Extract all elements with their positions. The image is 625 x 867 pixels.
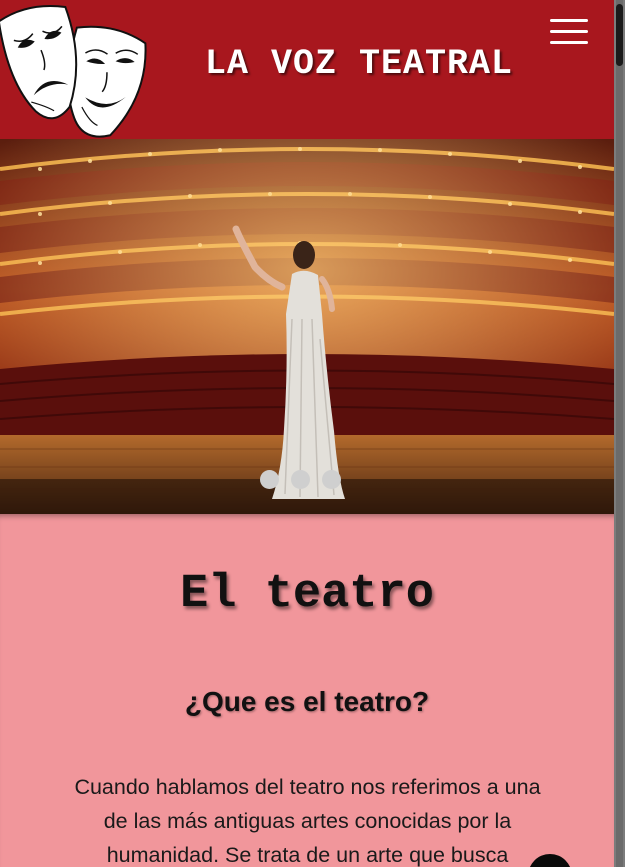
hero-carousel[interactable] bbox=[0, 139, 614, 514]
site-title[interactable]: LA VOZ TEATRAL bbox=[205, 44, 513, 84]
scrollbar-thumb[interactable] bbox=[616, 4, 623, 66]
page-title: El teatro bbox=[180, 568, 434, 621]
menu-bar bbox=[550, 30, 588, 33]
hero-image bbox=[0, 139, 614, 514]
main-content: El teatro ¿Que es el teatro? Cuando habl… bbox=[0, 514, 614, 867]
theatre-masks-icon[interactable] bbox=[0, 0, 150, 142]
carousel-dot-3[interactable] bbox=[322, 470, 341, 489]
site-header: LA VOZ TEATRAL bbox=[0, 0, 614, 139]
intro-paragraph: Cuando hablamos del teatro nos referimos… bbox=[74, 775, 541, 867]
section-heading: ¿Que es el teatro? bbox=[184, 686, 430, 717]
menu-bar bbox=[550, 41, 588, 44]
scrollbar-track bbox=[616, 0, 623, 867]
menu-bar bbox=[550, 19, 588, 22]
hamburger-menu-icon[interactable] bbox=[550, 17, 590, 47]
carousel-dot-2[interactable] bbox=[291, 470, 310, 489]
page: LA VOZ TEATRAL El teatro ¿Que es el teat… bbox=[0, 0, 614, 867]
scrollbar[interactable] bbox=[614, 0, 625, 867]
carousel-dot-1[interactable] bbox=[260, 470, 279, 489]
